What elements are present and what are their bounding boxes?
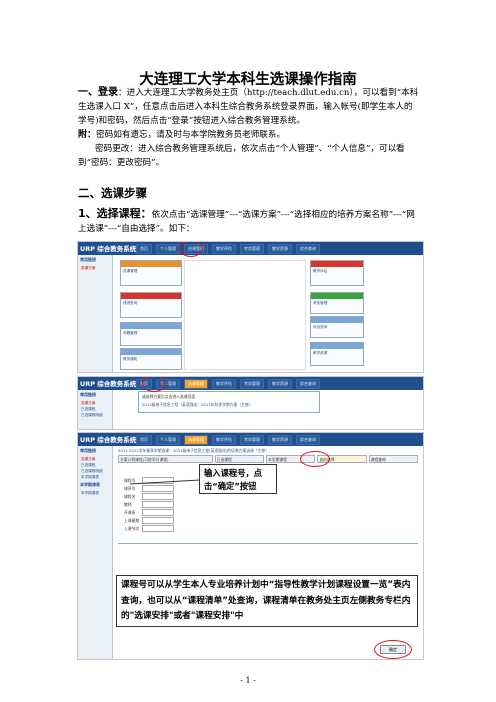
note-text: 密码如有遗忘，请及时与本学院教务员老师联系。 <box>96 130 286 140</box>
panel-exam[interactable]: 考务管理 <box>310 292 364 314</box>
panel-status[interactable]: 学籍管理 <box>120 322 182 346</box>
panel-course-selection[interactable]: 选课管理 <box>120 260 182 286</box>
note-label: 附： <box>78 130 97 140</box>
plan-header: 2011-2012学年春季学期选课：2011级电子信息工程(英语强化)的培养方案… <box>118 448 270 453</box>
tab-resources-3[interactable]: 教学资源 <box>268 435 292 445</box>
dept-input[interactable] <box>142 509 174 516</box>
tab-evaluation-3[interactable]: 教学评估 <box>212 435 236 445</box>
sub-tabs: 方案计划课程(可按学分课程) 已选课程 本学期课程 自由选择 课程查询 <box>118 455 418 463</box>
sidebar-item-plan[interactable]: 选课方案 <box>78 265 112 271</box>
callout-arrow-icon <box>129 479 201 485</box>
page-number: - 1 - <box>240 676 256 685</box>
panel-evaluation[interactable]: 教学评估 <box>310 260 364 286</box>
highlight-ring-confirm <box>374 640 412 659</box>
urp-logo-2: URP 综合教务系统 <box>80 380 137 388</box>
tab-resources[interactable]: 教学资源 <box>268 244 292 254</box>
tab-query[interactable]: 综合查询 <box>296 244 320 254</box>
panel-resources[interactable]: 教学资源 <box>310 342 364 366</box>
divider <box>118 543 418 544</box>
login-paragraph: 一、登录：进入大连理工大学教务处主页（http://teach.dlut.edu… <box>78 86 420 128</box>
login-text: ：进入大连理工大学教务处主页（http://teach.dlut.edu.cn）… <box>78 88 419 126</box>
urp-logo: URP 综合教务系统 <box>80 245 137 253</box>
tab-exam[interactable]: 考务管理 <box>240 244 264 254</box>
plan-box <box>138 391 320 413</box>
screenshot-plan: URP 综合教务系统 首页 个人管理 选课管理 教学评估 考务管理 教学资源 综… <box>77 376 424 430</box>
tab-query-2[interactable]: 综合查询 <box>296 379 320 389</box>
label-period: 上课节次 <box>124 526 140 531</box>
step-one-paragraph: 1、选择课程：依次点击“选课管理”---“选课方案”---“选择相应的培养方案名… <box>78 207 423 236</box>
note-paragraph: 附：密码如有遗忘，请及时与本学院教务员老师联系。 <box>78 128 420 142</box>
panel-grades[interactable]: 成绩查询 <box>120 292 182 318</box>
screenshot-home: URP 综合教务系统 首页 个人管理 选课管理 教学评估 考务管理 教学资源 综… <box>77 241 424 373</box>
panel-notice[interactable]: 教务通知 <box>120 348 182 370</box>
sidebar-3: 常用链接 选课方案 已选课程 已选课程明细 本学期课表 本学期课表 本学期课表 <box>78 446 113 659</box>
sub-tab-selected[interactable]: 已选课程 <box>214 455 264 463</box>
step-one-label: 1、选择课程： <box>78 207 152 220</box>
sidebar-item-detail-2[interactable]: 已选课程明细 <box>78 412 112 418</box>
tab-resources-2[interactable]: 教学资源 <box>268 379 292 389</box>
tab-course-selection-2[interactable]: 选课管理 <box>184 379 208 389</box>
sidebar-heading-3: 常用链接 <box>80 448 96 453</box>
tab-evaluation[interactable]: 教学评估 <box>212 244 236 254</box>
sub-tab-search[interactable]: 课程查询 <box>368 455 418 463</box>
sidebar: 常用链接 选课方案 <box>78 255 113 372</box>
tab-personal-3[interactable]: 个人管理 <box>156 435 180 445</box>
teacher-input[interactable] <box>142 501 174 508</box>
password-paragraph: 密码更改：进入综合教务管理系统后，依次点击“个人管理”、“个人信息”，可以看到“… <box>78 144 405 168</box>
highlight-ring-free <box>300 451 330 467</box>
top-nav-bar-2: URP 综合教务系统 首页 个人管理 选课管理 教学评估 考务管理 教学资源 综… <box>78 377 423 390</box>
callout-course-source: 课程号可以从学生本人专业培养计划中“指导性教学计划课程设置一览”表内查询，也可以… <box>116 575 418 627</box>
sidebar-heading2-3: 本学期课表 <box>80 482 100 487</box>
tab-exam-3[interactable]: 考务管理 <box>240 435 264 445</box>
tab-home[interactable]: 首页 <box>136 244 152 254</box>
sidebar-2: 常用链接 选课方案 已选课程 已选课程明细 <box>78 390 113 429</box>
section-two-heading: 二、选课步骤 <box>78 186 147 200</box>
tab-course-selection-3[interactable]: 选课管理 <box>184 435 208 445</box>
callout-enter-course: 输入课程号，点击“确定”按钮 <box>199 464 277 494</box>
tab-query-3[interactable]: 综合查询 <box>296 435 320 445</box>
center-area <box>184 260 306 370</box>
label-teacher: 教师 <box>124 502 132 507</box>
urp-logo-3: URP 综合教务系统 <box>80 436 137 444</box>
label-weekday: 上课星期 <box>124 518 140 523</box>
label-dept: 开课系 <box>124 510 136 515</box>
weekday-select[interactable] <box>142 517 174 524</box>
tab-personal[interactable]: 个人管理 <box>156 244 180 254</box>
sidebar-item-timetable2-3[interactable]: 本学期课表 <box>78 490 112 496</box>
login-heading: 一、登录 <box>78 87 118 98</box>
label-course-name: 课程名 <box>124 494 136 499</box>
sidebar-heading: 常用链接 <box>80 257 96 262</box>
period-select[interactable] <box>142 525 174 532</box>
top-nav-bar: URP 综合教务系统 首页 个人管理 选课管理 教学评估 考务管理 教学资源 综… <box>78 242 423 255</box>
panel-query[interactable]: 综合查询 <box>310 316 364 338</box>
course-name-input[interactable] <box>142 493 174 500</box>
sidebar-heading-2: 常用链接 <box>80 392 96 397</box>
tab-evaluation-2[interactable]: 教学评估 <box>212 379 236 389</box>
tab-home-3[interactable]: 首页 <box>136 435 152 445</box>
tab-exam-2[interactable]: 考务管理 <box>240 379 264 389</box>
top-nav-bar-3: URP 综合教务系统 首页 个人管理 选课管理 教学评估 考务管理 教学资源 综… <box>78 433 423 446</box>
sub-tab-plan[interactable]: 方案计划课程(可按学分课程) <box>118 455 213 463</box>
